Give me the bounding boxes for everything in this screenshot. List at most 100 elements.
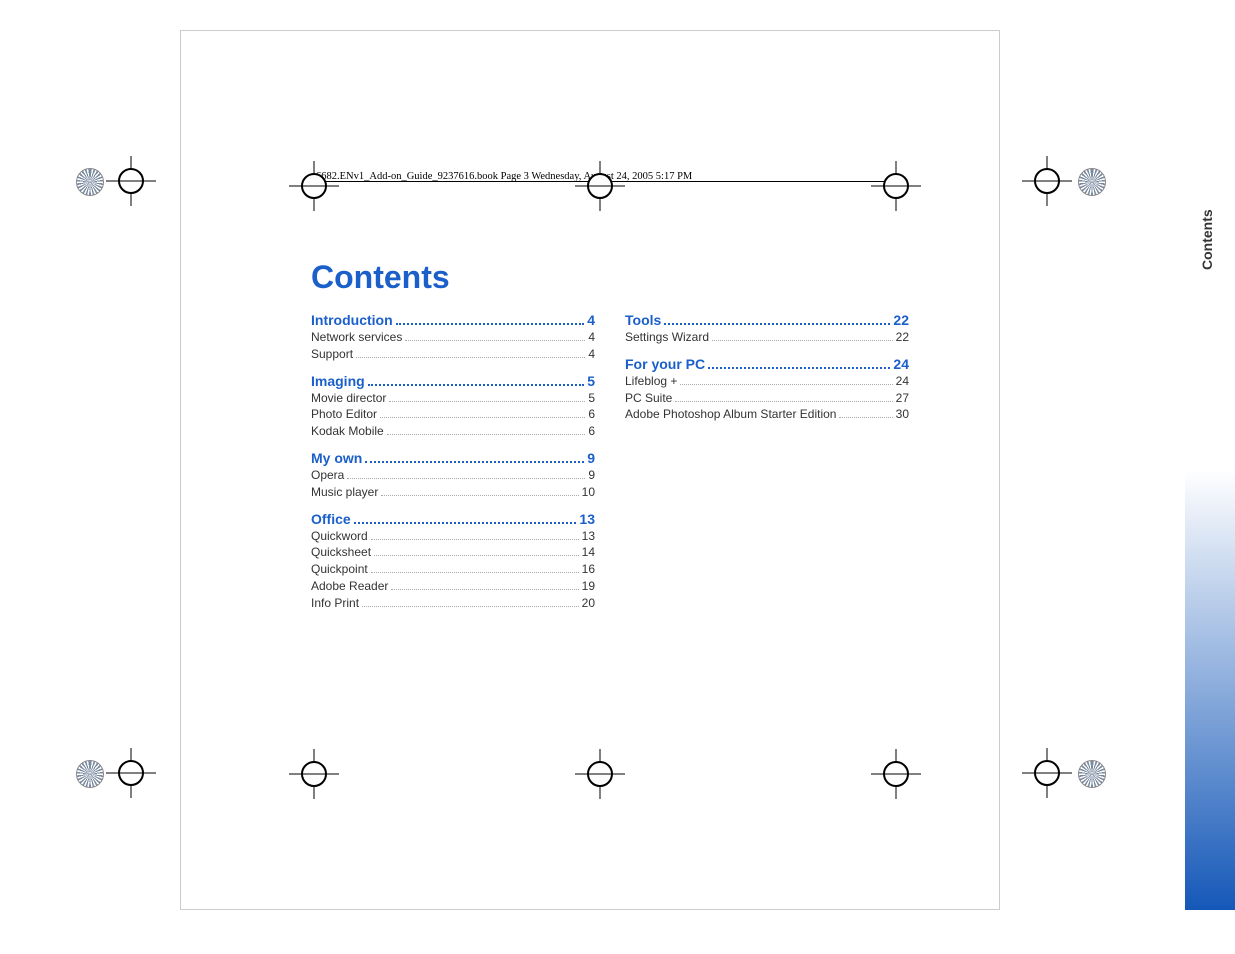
toc-item-label: Movie director: [311, 390, 386, 407]
toc-item: Photo Editor 6: [311, 406, 595, 423]
registration-starburst-icon: [76, 760, 104, 788]
toc-leader-dots: [396, 323, 585, 325]
toc-item: Opera 9: [311, 467, 595, 484]
toc-item-label: PC Suite: [625, 390, 672, 407]
toc-item: Adobe Reader 19: [311, 578, 595, 595]
regmark-icon: [883, 761, 909, 787]
toc-leader-dots: [712, 340, 893, 341]
regmark-icon: [301, 761, 327, 787]
toc-page-number: 5: [587, 373, 595, 389]
toc-page-number: 30: [896, 406, 909, 423]
toc-leader-dots: [380, 417, 585, 418]
toc-leader-dots: [675, 401, 892, 402]
side-tab-label: Contents: [1199, 209, 1215, 270]
toc-page-number: 4: [588, 329, 595, 346]
toc-section-label: Tools: [625, 312, 661, 328]
toc-item-label: Info Print: [311, 595, 359, 612]
toc-item: Music player10: [311, 484, 595, 501]
toc-item: Support 4: [311, 346, 595, 363]
toc-page-number: 13: [582, 528, 595, 545]
side-tab: Contents: [1185, 30, 1235, 910]
toc-leader-dots: [405, 340, 585, 341]
toc-item: PC Suite 27: [625, 390, 909, 407]
toc-item-label: Opera: [311, 467, 344, 484]
toc-page-number: 9: [587, 450, 595, 466]
toc-section: Office 13: [311, 511, 595, 528]
toc-item-label: Support: [311, 346, 353, 363]
toc-item: Quickword 13: [311, 528, 595, 545]
toc-item: Network services 4: [311, 329, 595, 346]
toc-item-label: Settings Wizard: [625, 329, 709, 346]
toc-section-label: Imaging: [311, 373, 365, 389]
toc-item-label: Quickpoint: [311, 561, 368, 578]
registration-starburst-icon: [1078, 168, 1106, 196]
toc-section: Tools 22: [625, 312, 909, 329]
toc-leader-dots: [391, 589, 578, 590]
page-title: Contents: [311, 259, 450, 296]
toc-leader-dots: [839, 417, 892, 418]
toc-page-number: 19: [582, 578, 595, 595]
toc-columns: Introduction 4 Network services 4 Support 4 Im…: [311, 306, 909, 612]
toc-leader-dots: [371, 539, 579, 540]
toc-item-label: Photo Editor: [311, 406, 377, 423]
toc-section: Imaging 5: [311, 373, 595, 390]
registration-starburst-icon: [1078, 760, 1106, 788]
toc-section-label: For your PC: [625, 356, 705, 372]
toc-item-label: Network services: [311, 329, 402, 346]
toc-leader-dots: [374, 555, 579, 556]
toc-section-label: Introduction: [311, 312, 393, 328]
toc-page-number: 4: [587, 312, 595, 328]
toc-page-number: 6: [588, 406, 595, 423]
toc-item: Quicksheet 14: [311, 544, 595, 561]
toc-page-number: 9: [588, 467, 595, 484]
toc-item: Settings Wizard 22: [625, 329, 909, 346]
toc-page-number: 24: [896, 373, 909, 390]
toc-leader-dots: [371, 572, 579, 573]
print-page: 6682.ENv1_Add-on_Guide_9237616.book Page…: [180, 30, 1000, 910]
toc-section: Introduction 4: [311, 312, 595, 329]
toc-leader-dots: [664, 323, 890, 325]
toc-column-2: Tools22Settings Wizard22For your PC24Lif…: [625, 306, 909, 612]
toc-item: Movie director5: [311, 390, 595, 407]
regmark-icon: [301, 173, 327, 199]
toc-page-number: 24: [893, 356, 909, 372]
regmark-icon: [883, 173, 909, 199]
toc-page-number: 10: [582, 484, 595, 501]
regmark-icon: [118, 168, 144, 194]
toc-item: Lifeblog + 24: [625, 373, 909, 390]
toc-item-label: Adobe Photoshop Album Starter Edition: [625, 406, 836, 423]
registration-starburst-icon: [76, 168, 104, 196]
toc-item-label: Kodak Mobile: [311, 423, 384, 440]
toc-leader-dots: [387, 434, 586, 435]
toc-page-number: 16: [582, 561, 595, 578]
toc-leader-dots: [381, 495, 578, 496]
toc-item: Adobe Photoshop Album Starter Edition 30: [625, 406, 909, 423]
toc-page-number: 4: [588, 346, 595, 363]
toc-item-label: Adobe Reader: [311, 578, 388, 595]
toc-section-label: My own: [311, 450, 362, 466]
toc-section-label: Office: [311, 511, 351, 527]
toc-leader-dots: [368, 384, 585, 386]
toc-page-number: 27: [896, 390, 909, 407]
toc-item-label: Lifeblog +: [625, 373, 677, 390]
toc-item-label: Quicksheet: [311, 544, 371, 561]
regmark-icon: [587, 761, 613, 787]
toc-item: Kodak Mobile6: [311, 423, 595, 440]
regmark-icon: [118, 760, 144, 786]
toc-item: Info Print 20: [311, 595, 595, 612]
toc-leader-dots: [362, 606, 579, 607]
header-text: 6682.ENv1_Add-on_Guide_9237616.book Page…: [316, 171, 692, 182]
toc-leader-dots: [708, 367, 890, 369]
toc-section: My own 9: [311, 450, 595, 467]
toc-page-number: 20: [582, 595, 595, 612]
toc-item-label: Quickword: [311, 528, 368, 545]
toc-page-number: 22: [896, 329, 909, 346]
toc-leader-dots: [354, 522, 577, 524]
toc-page-number: 22: [893, 312, 909, 328]
toc-page-number: 14: [582, 544, 595, 561]
toc-section: For your PC 24: [625, 356, 909, 373]
regmark-icon: [1034, 168, 1060, 194]
toc-page-number: 13: [579, 511, 595, 527]
toc-leader-dots: [389, 401, 585, 402]
toc-leader-dots: [356, 357, 585, 358]
